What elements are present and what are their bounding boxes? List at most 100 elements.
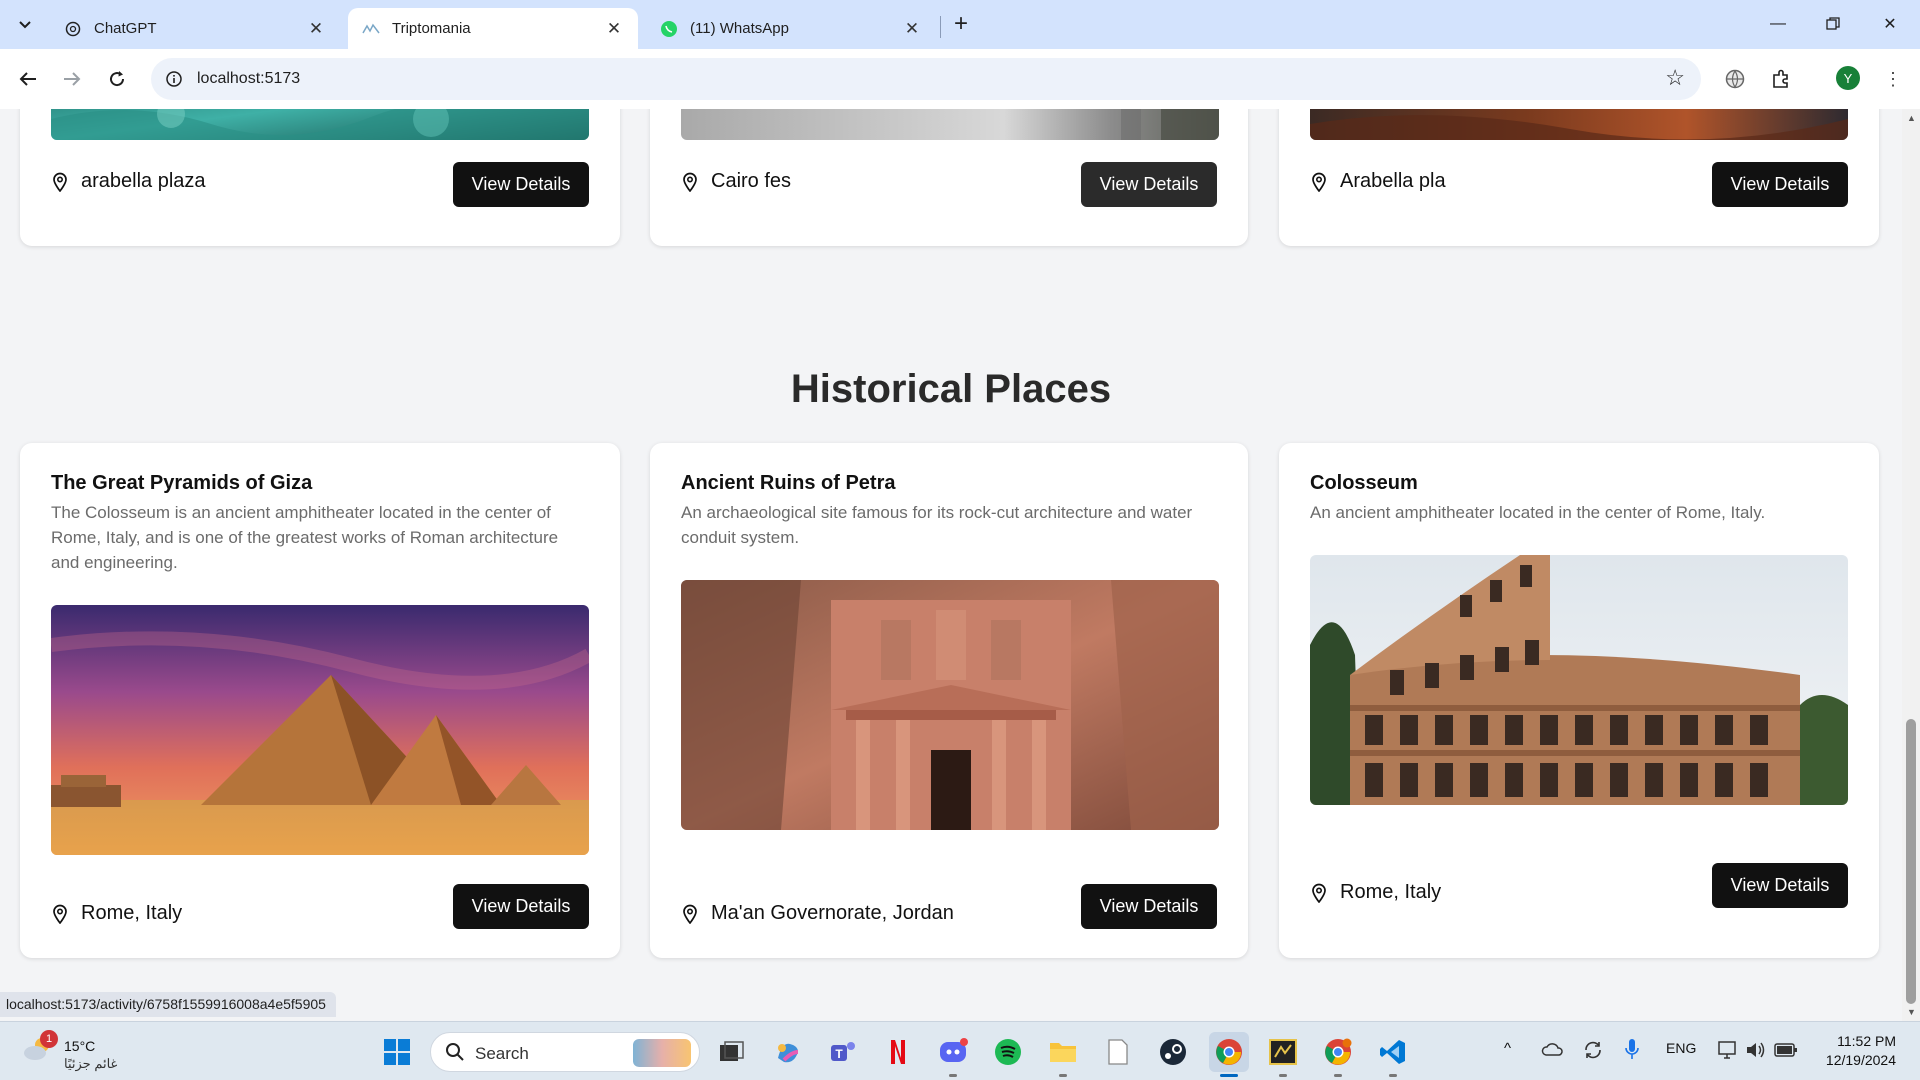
chatgpt-icon	[64, 20, 82, 38]
historical-place-card: Colosseum An ancient amphitheater locate…	[1279, 443, 1879, 958]
place-image	[1310, 555, 1848, 805]
system-clock[interactable]: 11:52 PM 12/19/2024	[1816, 1032, 1896, 1070]
url-text[interactable]: localhost:5173	[197, 70, 300, 88]
extensions-icon[interactable]	[1765, 63, 1797, 95]
chrome-profile-icon[interactable]	[1318, 1032, 1358, 1072]
chrome-icon[interactable]	[1209, 1032, 1249, 1072]
search-placeholder: Search	[475, 1044, 529, 1063]
taskbar-search[interactable]: Search	[430, 1032, 700, 1072]
view-details-button[interactable]: View Details	[1081, 162, 1217, 207]
notepad-icon[interactable]	[1098, 1032, 1138, 1072]
vscode-icon[interactable]	[1373, 1032, 1413, 1072]
view-details-button[interactable]: View Details	[453, 162, 589, 207]
chevron-down-icon	[19, 21, 31, 29]
location-text: Rome, Italy	[81, 902, 183, 924]
map-pin-icon	[1310, 882, 1328, 904]
steam-icon[interactable]	[1153, 1032, 1193, 1072]
place-image	[1310, 109, 1848, 140]
running-indicator-active	[1220, 1074, 1238, 1077]
view-details-button[interactable]: View Details	[453, 884, 589, 929]
site-info-icon[interactable]	[161, 66, 187, 92]
map-pin-icon	[51, 903, 69, 925]
location-text: Arabella pla	[1340, 170, 1446, 192]
copilot-icon[interactable]	[768, 1032, 808, 1072]
running-indicator	[1279, 1074, 1287, 1077]
tab-whatsapp[interactable]: (11) WhatsApp ✕	[646, 8, 936, 49]
running-indicator	[1389, 1074, 1397, 1077]
window-close-icon[interactable]: ✕	[1870, 8, 1910, 40]
chevron-up-icon[interactable]: ^	[1504, 1040, 1511, 1057]
close-icon[interactable]: ✕	[306, 19, 326, 39]
taskbar: 1 15°C غائم جزئيًا Search T ^ ENG 11:52 …	[0, 1021, 1920, 1080]
bookmark-star-icon[interactable]: ☆	[1665, 65, 1685, 91]
spotify-icon[interactable]	[988, 1032, 1028, 1072]
historical-place-card: Ancient Ruins of Petra An archaeological…	[650, 443, 1248, 958]
card-location: arabella plaza	[51, 170, 206, 193]
place-image	[51, 109, 589, 140]
page-viewport: arabella plaza View Details Cairo fes Vi…	[0, 109, 1902, 1021]
tab-search-button[interactable]	[10, 10, 40, 40]
profile-avatar[interactable]: Y	[1836, 66, 1860, 90]
location-text: Ma'an Governorate, Jordan	[711, 902, 954, 924]
sync-icon[interactable]	[1582, 1039, 1604, 1061]
place-card: Arabella pla View Details	[1279, 109, 1879, 246]
running-indicator	[1334, 1074, 1342, 1077]
card-description: An ancient amphitheater located in the c…	[1310, 503, 1766, 522]
file-explorer-icon[interactable]	[1043, 1032, 1083, 1072]
card-description: An archaeological site famous for its ro…	[681, 503, 1193, 547]
new-tab-icon[interactable]: +	[948, 10, 974, 37]
tab-title: Triptomania	[392, 20, 471, 37]
volume-icon[interactable]	[1745, 1040, 1767, 1060]
view-details-button[interactable]: View Details	[1081, 884, 1217, 929]
place-image	[51, 605, 589, 855]
place-card: Cairo fes View Details	[650, 109, 1248, 246]
page-scrollbar[interactable]: ▲ ▼	[1902, 109, 1920, 1021]
tab-chatgpt[interactable]: ChatGPT ✕	[50, 8, 340, 49]
battery-icon[interactable]	[1774, 1042, 1798, 1058]
link-status-bar: localhost:5173/activity/6758f1559916008a…	[0, 992, 336, 1017]
clock-time: 11:52 PM	[1837, 1033, 1896, 1049]
map-pin-icon	[1310, 171, 1328, 193]
tab-triptomania[interactable]: Triptomania ✕	[348, 8, 638, 49]
search-icon	[446, 1043, 464, 1061]
map-pin-icon	[681, 171, 699, 193]
place-card: arabella plaza View Details	[20, 109, 620, 246]
minimize-icon[interactable]: —	[1758, 8, 1798, 40]
close-icon[interactable]: ✕	[902, 19, 922, 39]
scroll-up-icon[interactable]: ▲	[1907, 113, 1916, 123]
netflix-icon[interactable]	[878, 1032, 918, 1072]
language-indicator[interactable]: ENG	[1666, 1040, 1696, 1056]
address-bar[interactable]: localhost:5173 ☆	[151, 58, 1701, 100]
view-details-button[interactable]: View Details	[1712, 162, 1848, 207]
scrollbar-thumb[interactable]	[1906, 719, 1916, 1004]
card-title: The Great Pyramids of Giza	[51, 472, 313, 494]
card-title: Colosseum	[1310, 472, 1418, 494]
scroll-down-icon[interactable]: ▼	[1907, 1007, 1916, 1017]
forward-icon[interactable]	[56, 63, 88, 95]
card-location: Arabella pla	[1310, 170, 1446, 193]
windows-start-icon[interactable]	[377, 1032, 417, 1072]
kebab-menu-icon[interactable]: ⋮	[1877, 63, 1909, 95]
app-terminal-icon[interactable]	[1263, 1032, 1303, 1072]
tab-title: ChatGPT	[94, 20, 157, 37]
card-title: Ancient Ruins of Petra	[681, 472, 896, 494]
tab-separator	[940, 16, 941, 38]
close-icon[interactable]: ✕	[604, 19, 624, 39]
place-image	[681, 580, 1219, 830]
view-details-button[interactable]: View Details	[1712, 863, 1848, 908]
teams-icon[interactable]: T	[823, 1032, 863, 1072]
notification-badge: 1	[40, 1030, 58, 1048]
network-icon[interactable]	[1717, 1040, 1739, 1060]
weather-widget[interactable]: 1 15°C غائم جزئيًا	[22, 1030, 132, 1074]
onedrive-icon[interactable]	[1541, 1041, 1563, 1057]
clock-date: 12/19/2024	[1825, 1052, 1896, 1068]
discord-icon[interactable]	[934, 1032, 974, 1072]
reload-icon[interactable]	[101, 63, 133, 95]
translate-icon[interactable]	[1719, 63, 1751, 95]
back-icon[interactable]	[12, 63, 44, 95]
restore-icon[interactable]	[1813, 8, 1853, 40]
triptomania-icon	[362, 20, 380, 38]
task-view-icon[interactable]	[712, 1032, 752, 1072]
svg-text:T: T	[835, 1047, 843, 1061]
microphone-icon[interactable]	[1625, 1038, 1639, 1062]
